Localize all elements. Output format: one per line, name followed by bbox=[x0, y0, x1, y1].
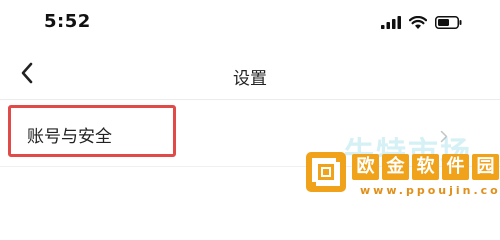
watermark-chars: 欧 金 软 件 园 bbox=[352, 154, 499, 180]
watermark-char: 欧 bbox=[352, 154, 379, 180]
settings-item-label: 账号与安全 bbox=[27, 127, 112, 147]
watermark-logo-icon bbox=[304, 150, 348, 194]
status-time: 5:52 bbox=[44, 11, 91, 32]
watermark-char: 金 bbox=[382, 154, 409, 180]
page-title: 设置 bbox=[233, 69, 267, 89]
status-bar: 5:52 bbox=[0, 0, 500, 52]
signal-icon bbox=[381, 14, 401, 33]
watermark-domain: www.ppoujin.com bbox=[360, 184, 500, 197]
status-icons bbox=[381, 14, 462, 33]
nav-bar: 设置 bbox=[0, 52, 500, 98]
battery-icon bbox=[435, 14, 462, 33]
watermark-char: 件 bbox=[442, 154, 469, 180]
watermark-char: 软 bbox=[412, 154, 439, 180]
watermark-char: 园 bbox=[472, 154, 499, 180]
watermark: 牛特市场 欧 金 软 件 园 www.ppoujin.com bbox=[300, 128, 500, 200]
wifi-icon bbox=[408, 14, 428, 33]
